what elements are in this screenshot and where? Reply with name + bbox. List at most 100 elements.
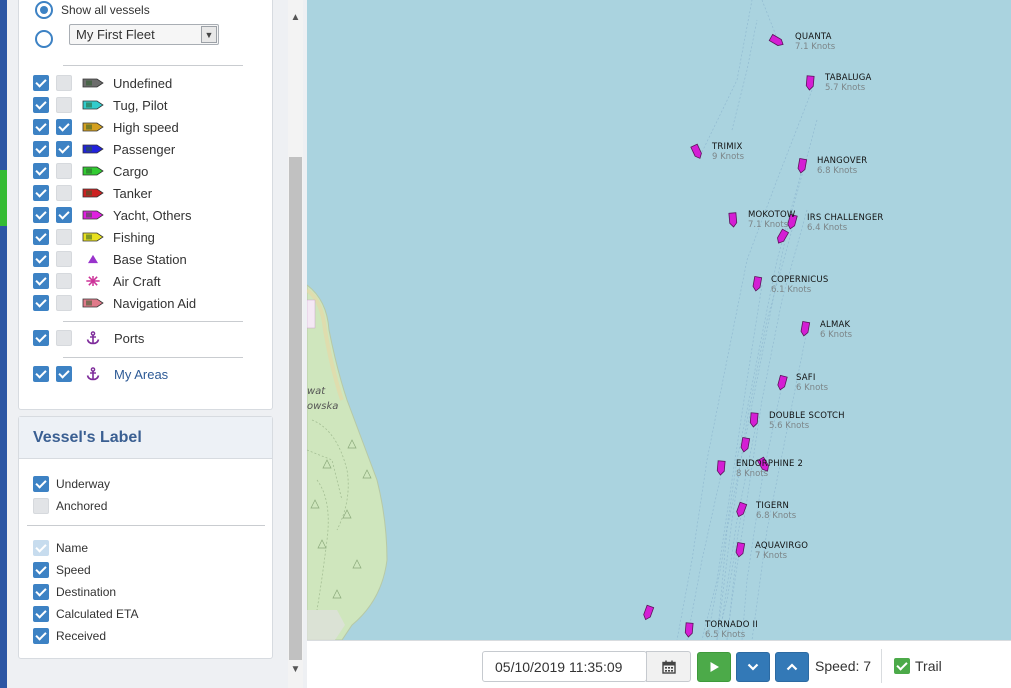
label-field-row[interactable]: Calculated ETA [33, 604, 138, 624]
my-areas-label-checkbox[interactable] [56, 366, 72, 382]
ports-label-checkbox[interactable] [56, 330, 72, 346]
label-field-checkbox[interactable] [33, 562, 49, 578]
show-all-label: Show all vessels [61, 3, 150, 17]
vessel-type-label-checkbox[interactable] [56, 75, 72, 91]
vessel-type-visible-checkbox[interactable] [33, 207, 49, 223]
vessel-type-row[interactable]: Base Station [33, 249, 187, 269]
vessel-type-row[interactable]: Passenger [33, 139, 175, 159]
vessel-type-icon [72, 254, 113, 264]
datetime-input[interactable]: 05/10/2019 11:35:09 [482, 651, 647, 682]
calendar-button[interactable] [646, 651, 691, 682]
vessel-type-visible-checkbox[interactable] [33, 163, 49, 179]
vessel-type-label: Cargo [113, 163, 149, 179]
vessel-speed-label: 7 Knots [755, 551, 788, 561]
vessel-type-visible-checkbox[interactable] [33, 185, 49, 201]
show-all-radio[interactable] [35, 1, 53, 19]
vessel-type-icon [72, 166, 113, 176]
vessel-type-visible-checkbox[interactable] [33, 273, 49, 289]
vessel-speed-label: 7.1 Knots [748, 220, 789, 230]
anchor-icon [84, 367, 102, 381]
vessel-type-row[interactable]: Cargo [33, 161, 148, 181]
label-field-checkbox[interactable] [33, 606, 49, 622]
vessel-type-row[interactable]: Air Craft [33, 271, 161, 291]
vessel-type-visible-checkbox[interactable] [33, 229, 49, 245]
map-place-label: owska [307, 401, 339, 412]
fleet-option[interactable] [35, 29, 53, 49]
vessel-type-label: Tanker [113, 185, 153, 201]
vessel-type-label-checkbox[interactable] [56, 251, 72, 267]
my-areas-visible-checkbox[interactable] [33, 366, 49, 382]
vessel-type-label-checkbox[interactable] [56, 295, 72, 311]
my-areas-row[interactable]: My Areas [33, 364, 168, 384]
underway-checkbox[interactable] [33, 476, 49, 492]
vessel-type-label-checkbox[interactable] [56, 163, 72, 179]
vessel-type-label-checkbox[interactable] [56, 97, 72, 113]
layers-sidebar: Show all vessels My First Fleet ▼ Undefi… [7, 0, 307, 688]
underway-row[interactable]: Underway [33, 474, 110, 494]
vessel-speed-label: 9 Knots [712, 152, 745, 162]
fleet-select[interactable]: My First Fleet ▼ [69, 24, 219, 45]
vessel-type-visible-checkbox[interactable] [33, 295, 49, 311]
fleet-radio[interactable] [35, 30, 53, 48]
trail-checkbox[interactable] [894, 658, 910, 674]
label-field-checkbox[interactable] [33, 540, 49, 556]
label-field-row[interactable]: Destination [33, 582, 116, 602]
playback-toolbar: 05/10/2019 11:35:09 Speed: 7 Trail [307, 640, 1011, 688]
anchored-row[interactable]: Anchored [33, 496, 107, 516]
chevron-up-icon [786, 663, 798, 671]
map-place-label: wat [307, 386, 326, 397]
label-field-text: Name [56, 541, 89, 555]
vessel-type-icon [72, 122, 113, 132]
vessel-type-row[interactable]: Navigation Aid [33, 293, 196, 313]
vessel-speed-label: 6 Knots [796, 383, 829, 393]
vessel-name-label: AQUAVIRGO [755, 541, 809, 551]
label-field-checkbox[interactable] [33, 584, 49, 600]
vessel-filters-panel: Show all vessels My First Fleet ▼ Undefi… [18, 0, 273, 410]
vessel-type-row[interactable]: Undefined [33, 73, 172, 93]
vessel-type-label-checkbox[interactable] [56, 273, 72, 289]
label-field-row[interactable]: Name [33, 538, 88, 558]
ports-visible-checkbox[interactable] [33, 330, 49, 346]
vessel-type-visible-checkbox[interactable] [33, 75, 49, 91]
vessel-type-label-checkbox[interactable] [56, 185, 72, 201]
play-button[interactable] [697, 652, 731, 682]
vessel-speed-label: 6.5 Knots [705, 630, 746, 640]
vessel-type-row[interactable]: Fishing [33, 227, 155, 247]
vessel-type-row[interactable]: Yacht, Others [33, 205, 192, 225]
vessel-type-visible-checkbox[interactable] [33, 119, 49, 135]
show-all-vessels-option[interactable]: Show all vessels [35, 0, 150, 20]
vessel-name-label: IRS CHALLENGER [807, 213, 884, 223]
speed-down-button[interactable] [736, 652, 770, 682]
label-field-checkbox[interactable] [33, 628, 49, 644]
vessel-type-label-checkbox[interactable] [56, 207, 72, 223]
chevron-down-icon[interactable]: ▼ [201, 26, 217, 43]
scroll-down-icon[interactable]: ▼ [288, 662, 303, 677]
vessel-type-label-checkbox[interactable] [56, 119, 72, 135]
vessel-type-row[interactable]: Tanker [33, 183, 152, 203]
label-field-row[interactable]: Received [33, 626, 106, 646]
vessel-speed-label: 5.6 Knots [769, 421, 810, 431]
vessel-type-label-checkbox[interactable] [56, 141, 72, 157]
anchored-checkbox[interactable] [33, 498, 49, 514]
vessel-type-row[interactable]: Tug, Pilot [33, 95, 167, 115]
vessel-type-visible-checkbox[interactable] [33, 251, 49, 267]
fleet-select-value: My First Fleet [76, 27, 155, 42]
vessel-type-label: High speed [113, 119, 179, 135]
vessel-label-panel: Vessel's Label Underway Anchored Name Spe… [18, 416, 273, 659]
vessel-name-label: TABALUGA [825, 73, 872, 83]
my-areas-link[interactable]: My Areas [114, 367, 168, 382]
label-field-row[interactable]: Speed [33, 560, 91, 580]
vessel-type-visible-checkbox[interactable] [33, 97, 49, 113]
vessel-type-icon [72, 78, 113, 88]
scrollbar-thumb[interactable] [289, 157, 302, 660]
vessel-type-icon [72, 298, 113, 308]
map-view[interactable]: wat owska QUANTA 7.1 Knots TABALUGA 5.7 Kno… [307, 0, 1011, 640]
scroll-up-icon[interactable]: ▲ [288, 10, 303, 25]
speed-up-button[interactable] [775, 652, 809, 682]
nav-active-indicator [0, 170, 7, 226]
vessel-type-visible-checkbox[interactable] [33, 141, 49, 157]
vessel-type-row[interactable]: High speed [33, 117, 179, 137]
vessel-type-label-checkbox[interactable] [56, 229, 72, 245]
vessel-name-label: TRIMIX [712, 142, 743, 152]
ports-row[interactable]: Ports [33, 328, 144, 348]
